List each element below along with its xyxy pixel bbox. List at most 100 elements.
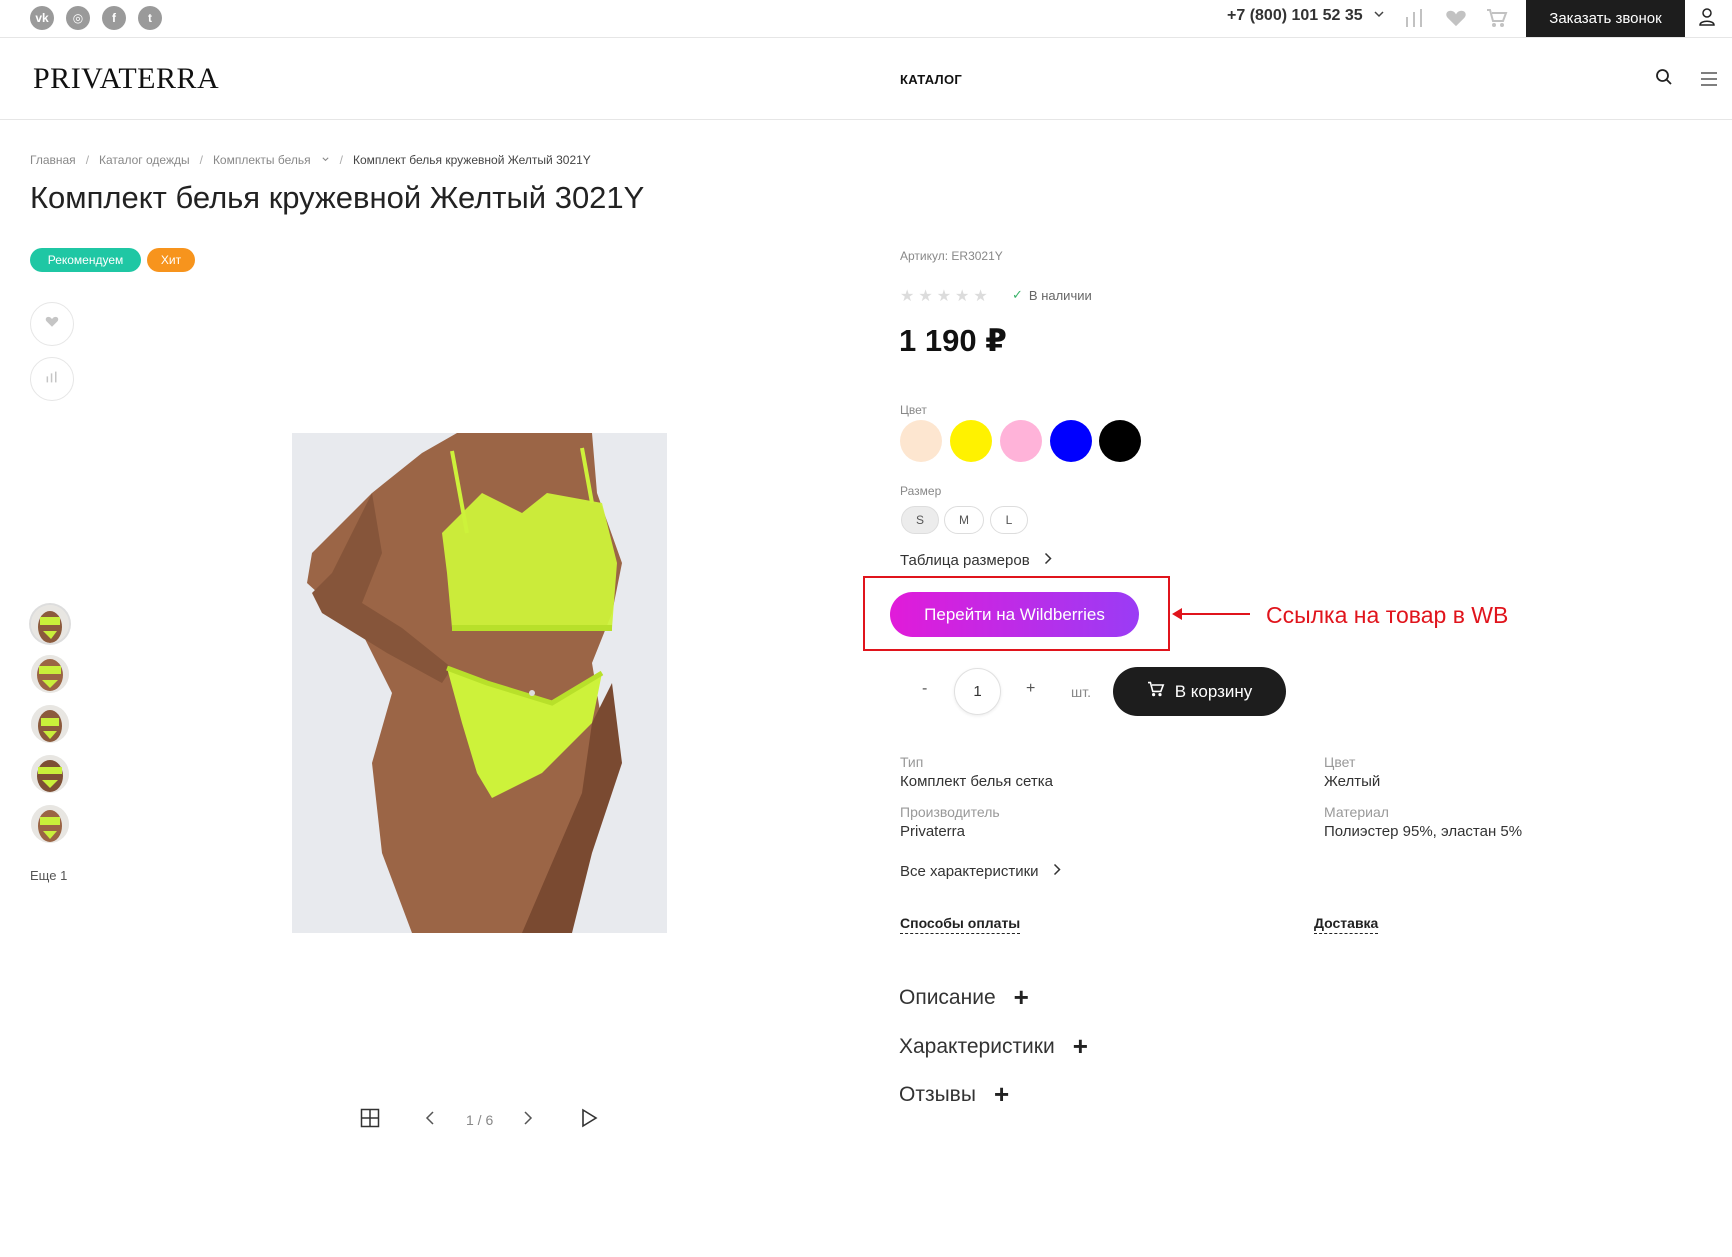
breadcrumb-current: Комплект белья кружевной Желтый 3021Y <box>352 153 591 167</box>
top-bar: vk ◎ f t +7 (800) 101 52 35 Заказать зво… <box>0 0 1732 38</box>
quantity-unit: шт. <box>1071 684 1091 700</box>
accordion-label: Характеристики <box>899 1034 1055 1058</box>
chevron-down-icon[interactable] <box>1373 8 1385 23</box>
chevron-left-icon[interactable] <box>424 1110 436 1131</box>
product-image[interactable] <box>292 433 667 933</box>
facebook-icon[interactable]: f <box>102 6 126 30</box>
menu-icon[interactable] <box>1700 72 1718 91</box>
all-characteristics-link[interactable]: Все характеристики <box>900 863 1061 880</box>
callback-button[interactable]: Заказать звонок <box>1526 0 1685 37</box>
size-option-s[interactable]: S <box>901 506 939 534</box>
badge-hit: Хит <box>147 248 195 272</box>
favorites-icon[interactable] <box>1445 8 1467 33</box>
search-icon[interactable] <box>1655 68 1673 91</box>
vk-icon[interactable]: vk <box>30 6 54 30</box>
grid-view-icon[interactable] <box>360 1108 380 1133</box>
prop-value: Комплект белья сетка <box>900 773 1053 790</box>
product-price: 1 190 ₽ <box>899 323 1007 358</box>
star-icon: ★ <box>955 288 970 305</box>
add-to-cart-button[interactable]: В корзину <box>1113 667 1286 716</box>
accordion-characteristics[interactable]: Характеристики + <box>899 1031 1088 1062</box>
prop-key: Производитель <box>900 804 1000 820</box>
star-icon: ★ <box>900 288 915 305</box>
prop-value: Полиэстер 95%, эластан 5% <box>1324 823 1523 840</box>
star-icon: ★ <box>936 288 952 305</box>
breadcrumb-separator: / <box>339 153 343 167</box>
color-swatch-yellow[interactable] <box>950 420 992 462</box>
cart-icon[interactable] <box>1486 8 1508 33</box>
user-icon[interactable] <box>1697 7 1717 27</box>
check-icon: ✓ <box>1012 287 1023 302</box>
chevron-down-icon[interactable] <box>321 153 330 167</box>
prop-value: Privaterra <box>900 823 966 840</box>
play-icon[interactable] <box>580 1108 598 1133</box>
breadcrumb-home[interactable]: Главная <box>30 153 76 167</box>
page-title: Комплект белья кружевной Желтый 3021Y <box>30 180 645 215</box>
all-characteristics-label: Все характеристики <box>900 863 1039 880</box>
prop-value: Желтый <box>1324 773 1381 790</box>
color-swatch-pink[interactable] <box>1000 420 1042 462</box>
color-swatch-black[interactable] <box>1099 420 1141 462</box>
heart-icon <box>45 315 59 333</box>
plus-icon: + <box>1013 982 1029 1012</box>
color-label: Цвет <box>900 403 927 417</box>
favorite-button[interactable] <box>30 302 74 346</box>
breadcrumb: Главная / Каталог одежды / Комплекты бел… <box>30 153 591 167</box>
product-sku: Артикул: ER3021Y <box>900 249 1003 263</box>
gallery-thumbnail[interactable] <box>31 705 69 743</box>
gallery-counter: 1 / 6 <box>466 1112 494 1128</box>
quantity-decrease-button[interactable]: - <box>922 680 927 698</box>
cart-icon <box>1147 681 1165 702</box>
breadcrumb-catalog[interactable]: Каталог одежды <box>99 153 190 167</box>
stock-label: В наличии <box>1028 287 1092 303</box>
gallery-thumbnail[interactable] <box>31 805 69 843</box>
instagram-icon[interactable]: ◎ <box>66 6 90 30</box>
payment-methods-link[interactable]: Способы оплаты <box>900 915 1021 934</box>
compare-icon[interactable] <box>1404 8 1426 33</box>
compare-button[interactable] <box>30 357 74 401</box>
logo[interactable]: PRIVATERRA <box>33 62 219 96</box>
color-swatch-beige[interactable] <box>900 420 942 462</box>
chevron-right-icon <box>1053 863 1061 880</box>
catalog-menu[interactable]: КАТАЛОГ <box>900 72 962 87</box>
accordion-label: Описание <box>899 985 996 1009</box>
gallery-thumbnail[interactable] <box>31 755 69 793</box>
compare-icon <box>45 370 59 388</box>
chevron-right-icon <box>1044 552 1052 569</box>
plus-icon: + <box>993 1079 1010 1109</box>
breadcrumb-separator: / <box>199 153 203 167</box>
breadcrumb-separator: / <box>85 153 90 167</box>
add-to-cart-label: В корзину <box>1174 681 1253 701</box>
phone-number[interactable]: +7 (800) 101 52 35 <box>1227 7 1363 25</box>
prop-key: Тип <box>900 754 924 770</box>
stock-status: ✓ В наличии <box>1012 287 1092 303</box>
accordion-reviews[interactable]: Отзывы + <box>899 1079 1009 1110</box>
size-option-m[interactable]: M <box>944 506 984 534</box>
delivery-link[interactable]: Доставка <box>1314 915 1379 934</box>
gallery-thumbnail[interactable] <box>31 605 69 643</box>
site-header: PRIVATERRA КАТАЛОГ <box>0 38 1732 120</box>
star-icon: ★ <box>973 288 988 305</box>
chevron-right-icon[interactable] <box>522 1110 534 1131</box>
annotation-text: Ссылка на товар в WB <box>1266 602 1509 628</box>
color-swatch-blue[interactable] <box>1050 420 1092 462</box>
plus-icon: + <box>1072 1031 1088 1061</box>
star-icon: ★ <box>918 288 933 305</box>
prop-key: Материал <box>1324 804 1389 820</box>
quantity-increase-button[interactable]: + <box>1026 680 1035 698</box>
size-label: Размер <box>900 484 942 498</box>
rating-stars[interactable]: ★ ★ ★ ★ ★ <box>900 286 988 306</box>
accordion-description[interactable]: Описание + <box>899 982 1029 1013</box>
quantity-field[interactable]: 1 <box>954 668 1001 715</box>
size-table-link[interactable]: Таблица размеров <box>900 552 1052 569</box>
size-option-l[interactable]: L <box>990 506 1028 534</box>
wildberries-button[interactable]: Перейти на Wildberries <box>890 592 1139 637</box>
gallery-thumbnail[interactable] <box>31 655 69 693</box>
accordion-label: Отзывы <box>899 1082 976 1106</box>
more-thumbnails-link[interactable]: Еще 1 <box>30 868 67 883</box>
size-table-label: Таблица размеров <box>900 552 1030 569</box>
twitter-icon[interactable]: t <box>138 6 162 30</box>
annotation-line <box>1176 613 1250 615</box>
breadcrumb-category[interactable]: Комплекты белья <box>213 153 311 167</box>
prop-key: Цвет <box>1324 754 1356 770</box>
